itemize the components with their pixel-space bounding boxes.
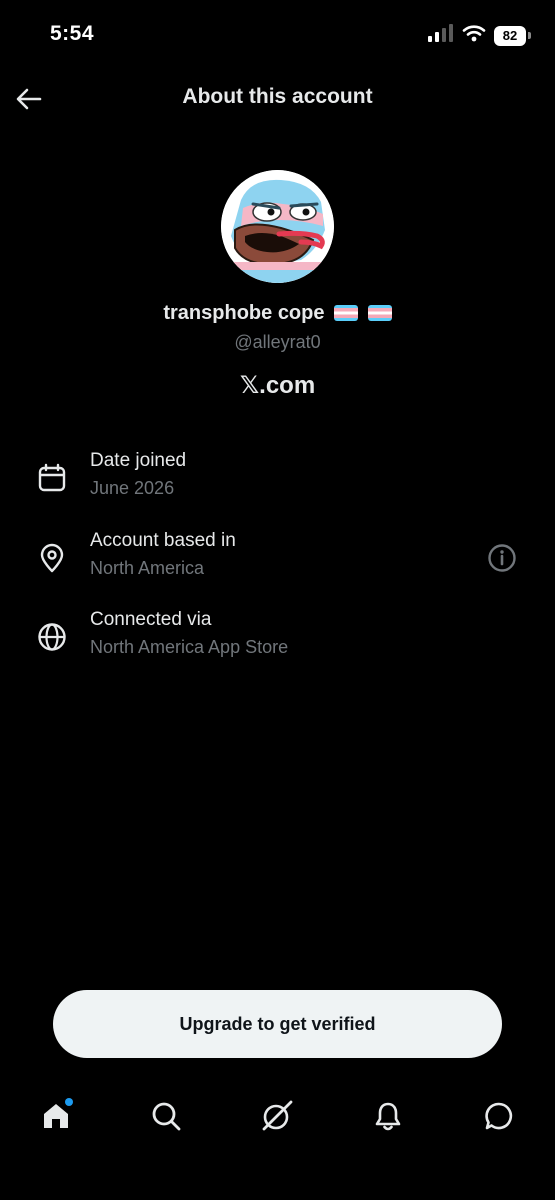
nav-grok[interactable] [259,1098,295,1134]
account-location-row: Account based in North America [0,528,555,588]
connected-via-row: Connected via North America App Store [0,607,555,667]
globe-icon [36,621,68,653]
nav-search[interactable] [148,1098,184,1134]
upgrade-verified-button[interactable]: Upgrade to get verified [53,990,502,1058]
account-location-value: North America [90,558,205,578]
calendar-icon [36,462,68,494]
bottom-nav [0,1080,555,1152]
info-button[interactable] [486,542,518,574]
battery-level: 82 [494,25,526,46]
location-pin-icon [36,542,68,574]
nav-notifications[interactable] [370,1098,406,1134]
messages-icon [485,1102,513,1130]
date-joined-value: June 2026 [90,478,175,498]
status-time: 5:54 [50,22,95,45]
battery-icon: 82 [494,25,531,46]
header: About this account [0,70,555,128]
signal-icon [428,24,454,47]
wifi-icon [462,24,486,47]
connected-via-value: North America App Store [90,637,289,657]
grok-icon [262,1100,293,1131]
connected-via-label: Connected via [90,609,212,630]
date-joined-label: Date joined [90,450,187,471]
status-icons: 82 [428,24,531,47]
status-bar: 5:54 82 [0,0,555,70]
display-name-text: transphobe cope [163,302,325,324]
user-handle: @alleyrat0 [234,332,321,352]
transgender-flag-emoji [367,305,392,321]
date-joined-row: Date joined June 2026 [0,448,555,508]
transgender-flag-emoji [334,305,359,321]
display-name: transphobe cope [0,302,555,325]
search-icon [152,1102,181,1131]
notification-dot [65,1098,73,1106]
nav-messages[interactable] [481,1098,517,1134]
bell-icon [375,1102,401,1131]
avatar-image [221,170,334,283]
avatar[interactable] [221,170,334,283]
account-location-label: Account based in [90,530,236,551]
info-icon [488,544,516,572]
nav-home[interactable] [38,1098,74,1134]
site-label: 𝕏.com [239,372,316,399]
page-title: About this account [182,85,373,108]
